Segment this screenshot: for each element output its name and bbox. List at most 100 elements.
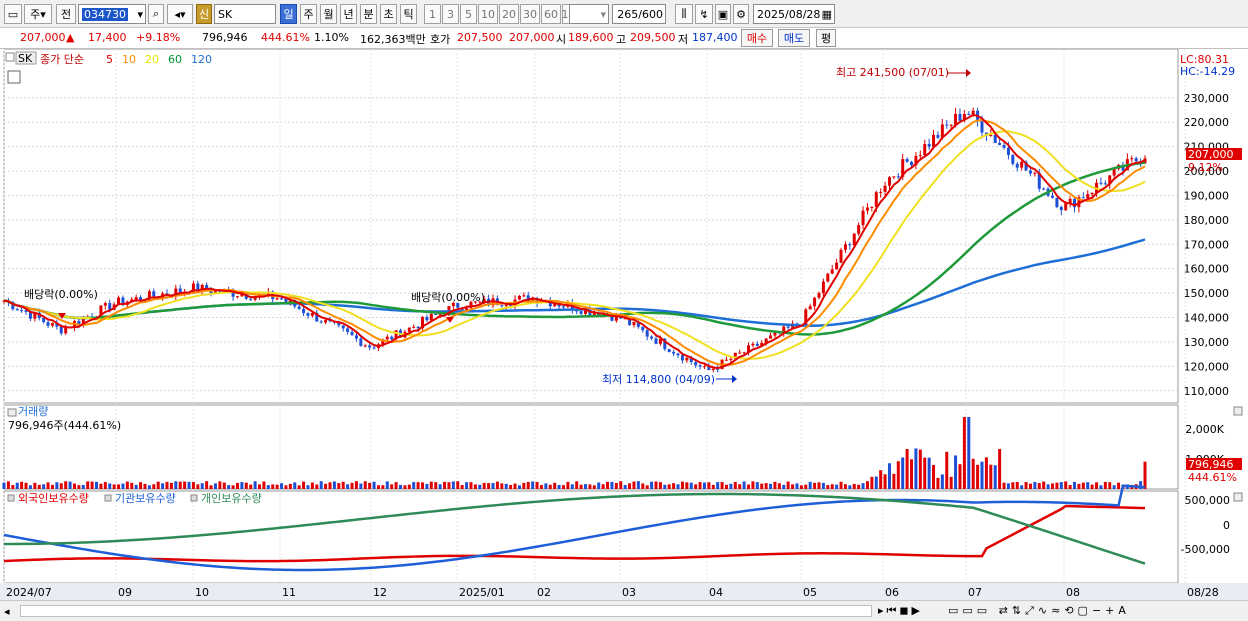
- volume-bar: [28, 485, 32, 489]
- interval-button-20[interactable]: 20: [499, 4, 519, 24]
- candle-body: [368, 345, 372, 348]
- period-tab-6[interactable]: 틱: [400, 4, 417, 24]
- chevron-down-icon[interactable]: ▾: [137, 8, 145, 21]
- interval-button-1[interactable]: 1: [424, 4, 441, 24]
- chart-scrollbar[interactable]: ◂ ▸⏮◼▶ ▭▭▭ ⇄⇅⤢∿≈⟲▢−+A: [0, 600, 1248, 621]
- volume-bar: [927, 457, 931, 489]
- candle-body: [500, 305, 504, 307]
- prev-button[interactable]: 전: [56, 4, 76, 24]
- open-label: 시: [556, 33, 567, 46]
- volume-bar: [196, 484, 200, 489]
- window-menu-icon[interactable]: ▭: [4, 4, 22, 24]
- volume-bar: [306, 485, 310, 489]
- candle-body: [786, 326, 790, 328]
- buy-button[interactable]: 매수: [741, 29, 773, 47]
- price-panel-frame: [3, 49, 1179, 404]
- period-select[interactable]: 주 ▾: [24, 4, 52, 24]
- volume-bar: [1117, 482, 1121, 489]
- volume-bar: [253, 481, 257, 489]
- volume-bar: [191, 482, 195, 489]
- volume-bar: [883, 474, 887, 489]
- chart-area[interactable]: 230,000 220,000 210,000 200,000 190,000 180,0…: [0, 49, 1248, 600]
- interval-button-3[interactable]: 3: [442, 4, 459, 24]
- x-axis-label: 11: [282, 586, 296, 599]
- volume-bar: [830, 484, 834, 489]
- volume-bar: [729, 483, 733, 489]
- volume-bar: [258, 484, 262, 489]
- sell-button[interactable]: 매도: [778, 29, 810, 47]
- candle-body: [306, 313, 310, 316]
- candle-body: [830, 269, 834, 274]
- volume-bar: [434, 482, 438, 489]
- period-tab-5[interactable]: 초: [380, 4, 397, 24]
- interval-button-5[interactable]: 5: [460, 4, 477, 24]
- playback-controls[interactable]: ▸⏮◼▶: [878, 604, 923, 618]
- interval-button-10[interactable]: 10: [478, 4, 498, 24]
- search-icon[interactable]: ⌕: [148, 4, 164, 24]
- volume-bar: [465, 482, 469, 489]
- candle-body: [808, 306, 812, 310]
- volume-bar: [297, 485, 301, 489]
- volume-bar: [804, 484, 808, 489]
- volume-bar: [724, 484, 728, 489]
- volume-bar: [742, 481, 746, 489]
- date-combo[interactable]: ▾: [569, 4, 609, 24]
- count-input[interactable]: 265/600: [612, 4, 666, 24]
- interval-button-60[interactable]: 60: [541, 4, 561, 24]
- volume-bar: [544, 483, 548, 489]
- candle-body: [416, 326, 420, 329]
- volume-bar: [407, 484, 411, 489]
- gear-icon[interactable]: ⚙: [733, 4, 749, 24]
- volume-bar: [614, 482, 618, 489]
- indicator-icon[interactable]: ↯: [695, 4, 713, 24]
- volume-bar: [1055, 482, 1059, 489]
- candle-body: [297, 306, 301, 309]
- candle-body: [1055, 197, 1059, 208]
- stock-name-field[interactable]: SK: [214, 4, 276, 24]
- period-tab-4[interactable]: 분: [360, 4, 377, 24]
- period-tab-0[interactable]: 일: [280, 4, 297, 24]
- period-tab-3[interactable]: 년: [340, 4, 357, 24]
- calendar-icon[interactable]: ▦: [822, 8, 834, 21]
- period-tab-1[interactable]: 주: [300, 4, 317, 24]
- change-percent: +9.18%: [136, 31, 181, 44]
- scroll-left-icon[interactable]: ◂: [4, 605, 16, 618]
- sound-icon[interactable]: ◂▾: [167, 4, 193, 24]
- legend-ma-60: 60: [168, 53, 182, 66]
- volume-bar: [1020, 485, 1024, 489]
- period-tab-2[interactable]: 월: [320, 4, 337, 24]
- volume-bar: [535, 481, 539, 489]
- x-axis-label: 2024/07: [6, 586, 52, 599]
- candle-body: [729, 358, 733, 360]
- volume-bar: [716, 482, 720, 489]
- volume-bar: [218, 481, 222, 489]
- interval-button-30[interactable]: 30: [520, 4, 540, 24]
- scroll-track[interactable]: [20, 605, 872, 617]
- x-axis-label: 07: [968, 586, 982, 599]
- volume-bar: [936, 477, 940, 489]
- volume-bar: [610, 481, 614, 489]
- volume-bar: [835, 484, 839, 489]
- price-tick-label: 220,000: [1184, 116, 1230, 129]
- x-axis-label: 2025/01: [459, 586, 505, 599]
- evaluate-button[interactable]: 평: [816, 29, 836, 47]
- candle-body: [517, 295, 521, 300]
- volume-bar: [570, 484, 574, 489]
- volume-bar: [328, 482, 332, 489]
- chevron-down-icon[interactable]: ▾: [600, 8, 608, 21]
- volume-bar: [460, 485, 464, 489]
- stock-code-input[interactable]: 034730 ▾: [78, 4, 146, 24]
- drawing-tools-icon[interactable]: ▭▭▭ ⇄⇅⤢∿≈⟲▢−+A: [948, 604, 1130, 618]
- volume-bar: [231, 485, 235, 489]
- save-icon[interactable]: ▣: [715, 4, 731, 24]
- volume-bar: [517, 485, 521, 489]
- candle-body: [835, 262, 839, 270]
- date-input[interactable]: 2025/08/28 ▦: [753, 4, 835, 24]
- candle-icon[interactable]: ⫼: [675, 4, 693, 24]
- volume-bar: [421, 482, 425, 489]
- x-axis-label: 05: [803, 586, 817, 599]
- candle-body: [522, 295, 526, 297]
- volume-bar: [482, 482, 486, 489]
- volume-bar: [46, 482, 50, 489]
- volume-bar: [447, 482, 451, 489]
